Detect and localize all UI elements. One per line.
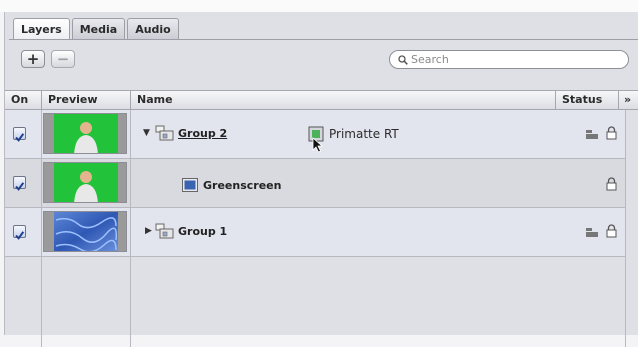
lock-icon[interactable]	[606, 177, 617, 191]
panel-tabs: Layers Media Audio	[13, 18, 181, 40]
layer-row-group-2[interactable]: ▼ Group 2 Primatte RT	[5, 110, 625, 159]
lock-icon[interactable]	[606, 224, 617, 238]
layer-name[interactable]: Group 1	[178, 225, 227, 238]
column-separator	[41, 110, 42, 347]
layer-row-group-1[interactable]: ▶ Group 1	[5, 208, 625, 257]
layer-row-greenscreen[interactable]: Greenscreen	[5, 159, 625, 208]
search-icon	[398, 54, 408, 65]
visibility-checkbox[interactable]	[13, 225, 26, 240]
group-status-icon[interactable]	[585, 227, 599, 238]
layer-preview-thumbnail	[43, 162, 127, 203]
column-header: On Preview Name Status »	[5, 90, 638, 110]
filter-name[interactable]: Primatte RT	[329, 127, 399, 141]
visibility-checkbox[interactable]	[13, 127, 26, 142]
remove-layer-button[interactable]: −	[51, 50, 75, 68]
layers-panel: Layers Media Audio + − On Preview Name S…	[4, 12, 638, 347]
layer-name[interactable]: Greenscreen	[203, 179, 281, 192]
disclosure-triangle-collapsed-icon[interactable]: ▶	[145, 226, 152, 236]
checkmark-icon	[15, 231, 25, 240]
group-status-icon[interactable]	[585, 129, 599, 140]
column-on[interactable]: On	[5, 91, 41, 109]
tab-media[interactable]: Media	[71, 18, 126, 39]
group-icon	[155, 125, 174, 141]
video-layer-icon	[182, 178, 198, 192]
group-icon	[155, 223, 174, 239]
search-input[interactable]	[411, 53, 611, 66]
window-top-strip	[0, 0, 638, 12]
lock-icon[interactable]	[606, 126, 617, 140]
column-overflow-button[interactable]: »	[619, 91, 638, 109]
mouse-cursor-icon	[312, 137, 324, 153]
checkmark-icon	[15, 182, 25, 191]
search-field[interactable]	[389, 50, 629, 69]
tab-layers[interactable]: Layers	[13, 18, 70, 40]
visibility-checkbox[interactable]	[13, 176, 26, 191]
column-separator	[625, 110, 626, 347]
disclosure-triangle-expanded-icon[interactable]: ▼	[143, 128, 150, 138]
column-separator	[130, 110, 131, 347]
tab-audio[interactable]: Audio	[127, 18, 179, 39]
column-status[interactable]: Status	[556, 91, 618, 109]
layer-name[interactable]: Group 2	[178, 127, 227, 140]
column-name[interactable]: Name	[131, 91, 555, 109]
checkmark-icon	[15, 133, 25, 142]
column-preview[interactable]: Preview	[42, 91, 130, 109]
layer-preview-thumbnail	[43, 113, 127, 154]
tab-divider	[9, 39, 638, 40]
add-layer-button[interactable]: +	[21, 50, 45, 68]
layer-preview-thumbnail	[43, 211, 127, 252]
